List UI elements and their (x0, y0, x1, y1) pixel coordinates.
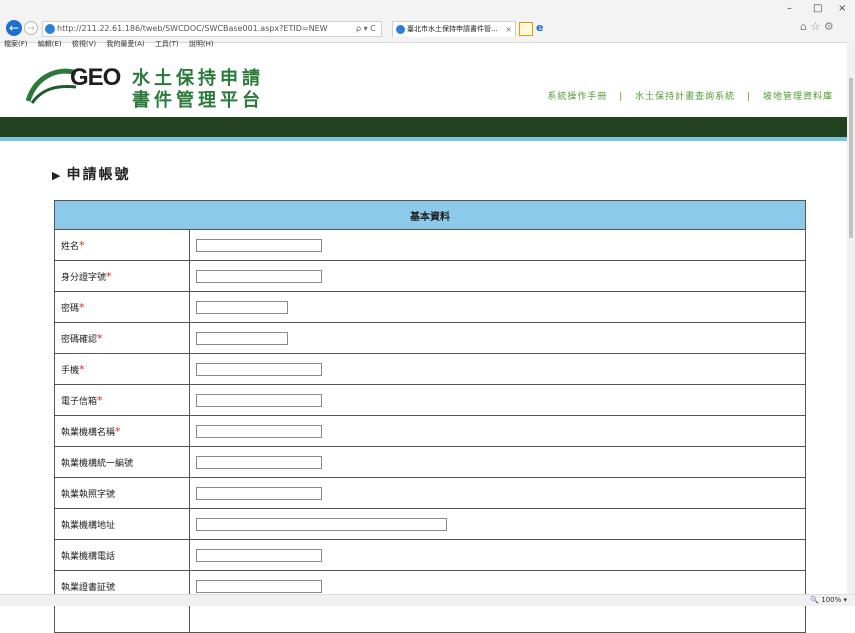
header-accent-stripe (0, 137, 847, 141)
link-slope-database[interactable]: 坡地管理資料庫 (763, 92, 833, 102)
site-header (0, 48, 847, 116)
field-cell (189, 322, 806, 354)
password-input[interactable] (196, 300, 288, 314)
field-cell (189, 260, 806, 292)
table-row: 執業機構地址 (54, 508, 806, 540)
address-bar[interactable]: http://211.22.61.186/tweb/SWCDOC/SWCBase… (42, 21, 382, 37)
section-header: 基本資料 (54, 200, 806, 230)
password-confirm-input[interactable] (196, 331, 288, 345)
zoom-level[interactable]: 🔍 100% ▾ (810, 596, 847, 604)
field-label: 姓名* (54, 229, 190, 261)
name-input[interactable] (196, 238, 322, 252)
table-row: 手機* (54, 353, 806, 385)
logo-title-line2: 書件管理平台 (132, 90, 264, 111)
menu-edit[interactable]: 編輯(E) (38, 40, 62, 48)
header-links: 系統操作手冊 | 水土保持計畫查詢系統 | 坡地管理資料庫 (547, 89, 833, 102)
field-label: 執業機構統一編號 (54, 446, 190, 478)
field-label (54, 601, 190, 633)
field-cell (189, 353, 806, 385)
license-number-input[interactable] (196, 486, 322, 500)
table-row: 執業機構統一編號 (54, 446, 806, 478)
field-label: 手機* (54, 353, 190, 385)
ie-page-icon (45, 24, 55, 34)
page-title: ▶ 申請帳號 (52, 164, 130, 184)
back-arrow-icon[interactable]: ← (6, 20, 22, 36)
field-label: 密碼確認* (54, 322, 190, 354)
field-label: 執業機構電話 (54, 539, 190, 571)
field-cell (189, 415, 806, 447)
ie-tab-icon (396, 25, 405, 34)
field-cell (189, 384, 806, 416)
table-row: 執業機構名稱* (54, 415, 806, 447)
field-cell (189, 539, 806, 571)
browser-tab[interactable]: 臺北市水土保持申請書件管... × (392, 21, 516, 37)
required-mark: * (97, 331, 103, 345)
menu-tools[interactable]: 工具(T) (155, 40, 179, 48)
logo-geo-text[interactable]: GEO (70, 64, 121, 92)
header-band (0, 117, 847, 137)
scrollbar-thumb[interactable] (849, 78, 853, 238)
table-header-row: 基本資料 (54, 200, 806, 230)
field-label: 電子信箱* (54, 384, 190, 416)
menu-file[interactable]: 檔案(F) (4, 40, 28, 48)
field-label: 身分證字號* (54, 260, 190, 292)
required-mark: * (106, 269, 112, 283)
status-bar (0, 594, 855, 606)
minimize-icon[interactable]: – (787, 3, 792, 14)
id-number-input[interactable] (196, 269, 322, 283)
field-cell (189, 291, 806, 323)
required-mark: * (97, 393, 103, 407)
table-row: 密碼* (54, 291, 806, 323)
org-phone-input[interactable] (196, 548, 322, 562)
search-refresh-icon[interactable]: ρ ▾ С (356, 21, 376, 37)
field-label: 密碼* (54, 291, 190, 323)
table-row: 身分證字號* (54, 260, 806, 292)
field-label: 執業執照字號 (54, 477, 190, 509)
field-cell (189, 446, 806, 478)
required-mark: * (115, 424, 121, 438)
certificate-number-input[interactable] (196, 579, 322, 593)
required-mark: * (79, 238, 85, 252)
required-mark: * (79, 362, 85, 376)
field-cell (189, 229, 806, 261)
forward-arrow-icon[interactable]: → (24, 21, 38, 35)
table-row: 密碼確認* (54, 322, 806, 354)
table-row: 執業執照字號 (54, 477, 806, 509)
edge-icon[interactable]: e (536, 21, 550, 35)
field-cell (189, 601, 806, 633)
tab-title: 臺北市水土保持申請書件管... (407, 25, 498, 33)
field-cell (189, 477, 806, 509)
page-title-text: 申請帳號 (66, 167, 131, 183)
table-row: 執業機構電話 (54, 539, 806, 571)
address-url: http://211.22.61.186/tweb/SWCDOC/SWCBase… (57, 24, 328, 33)
org-name-input[interactable] (196, 424, 322, 438)
field-label: 執業機構名稱* (54, 415, 190, 447)
menu-view[interactable]: 檢視(V) (72, 40, 96, 48)
window-close-icon[interactable]: × (838, 3, 846, 14)
table-row: 電子信箱* (54, 384, 806, 416)
tab-close-icon[interactable]: × (505, 22, 512, 37)
field-cell (189, 508, 806, 540)
link-separator: | (747, 92, 752, 102)
triangle-right-icon: ▶ (52, 169, 63, 182)
link-plan-query-system[interactable]: 水土保持計畫查詢系統 (635, 92, 735, 102)
link-separator: | (619, 92, 624, 102)
maximize-icon[interactable]: □ (813, 3, 822, 14)
basic-info-table: 基本資料 姓名* 身分證字號* 密碼* 密碼確認* 手機* 電子信箱* 執業機構… (54, 200, 806, 633)
new-tab-icon[interactable] (519, 22, 533, 36)
menu-favorites[interactable]: 我的最愛(A) (106, 40, 144, 48)
table-row: 姓名* (54, 229, 806, 261)
required-mark: * (79, 300, 85, 314)
mobile-input[interactable] (196, 362, 322, 376)
menu-help[interactable]: 說明(H) (189, 40, 214, 48)
field-label: 執業機構地址 (54, 508, 190, 540)
org-address-input[interactable] (196, 517, 447, 531)
link-operation-manual[interactable]: 系統操作手冊 (547, 92, 607, 102)
home-star-gear-icons[interactable]: ⌂ ☆ ⚙ (800, 20, 834, 33)
email-input[interactable] (196, 393, 322, 407)
org-tax-id-input[interactable] (196, 455, 322, 469)
table-row (54, 601, 806, 633)
